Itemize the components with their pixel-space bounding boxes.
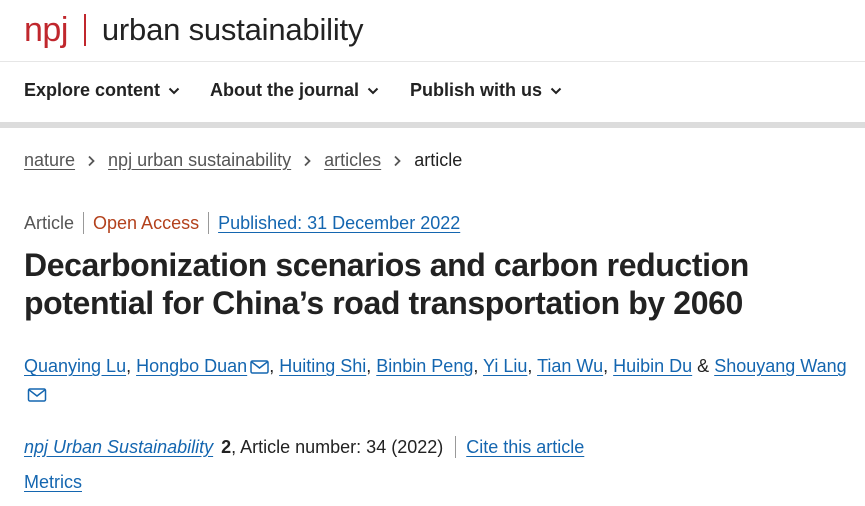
author-separator: ,: [603, 356, 614, 376]
citation-row: npj Urban Sustainability 2 , Article num…: [24, 436, 584, 458]
author-separator: ,: [366, 356, 377, 376]
article-number: , Article number: 34 (2022): [231, 436, 444, 457]
nav-item-label: Explore content: [24, 80, 161, 100]
nav-publish-with-us[interactable]: Publish with us: [410, 80, 562, 101]
mail-icon[interactable]: [250, 360, 269, 374]
chevron-down-icon: [168, 87, 180, 94]
chevron-right-icon: [394, 155, 401, 166]
author-separator: ,: [269, 356, 280, 376]
main-nav: Explore content About the journal Publis…: [0, 62, 865, 122]
article-meta: Article Open Access Published: 31 Decemb…: [24, 212, 460, 234]
author-separator: ,: [473, 356, 484, 376]
logo-divider: [83, 14, 86, 46]
nav-explore-content[interactable]: Explore content: [24, 80, 180, 101]
logo-brand: npj: [24, 11, 68, 49]
article-type: Article: [24, 212, 75, 233]
author-separator: ,: [527, 356, 538, 376]
author-link[interactable]: Huiting Shi: [279, 356, 366, 376]
article-title-line-1: Decarbonization scenarios and carbon red…: [24, 247, 749, 283]
journal-link[interactable]: npj Urban Sustainability: [24, 437, 213, 458]
breadcrumb-articles[interactable]: articles: [324, 150, 381, 171]
nav-divider-bar: [0, 122, 865, 128]
mail-icon[interactable]: [27, 388, 47, 402]
breadcrumb-journal[interactable]: npj urban sustainability: [108, 150, 291, 171]
site-header: npj urban sustainability: [0, 0, 865, 62]
meta-divider: [208, 212, 210, 234]
article-title: Decarbonization scenarios and carbon red…: [24, 246, 844, 322]
author-link[interactable]: Quanying Lu: [24, 356, 126, 376]
author-link[interactable]: Shouyang Wang: [714, 356, 846, 376]
author-link[interactable]: Binbin Peng: [376, 356, 473, 376]
volume-number: 2: [221, 436, 232, 457]
nav-item-label: About the journal: [210, 80, 359, 100]
article-title-line-2: potential for China’s road transportatio…: [24, 285, 743, 321]
logo-journal-name: urban sustainability: [101, 12, 364, 47]
published-date-link[interactable]: Published: 31 December 2022: [218, 213, 460, 234]
metrics-link[interactable]: Metrics: [24, 472, 82, 493]
author-separator: ,: [126, 356, 137, 376]
breadcrumb-current: article: [414, 150, 463, 170]
chevron-right-icon: [304, 155, 311, 166]
cite-this-article-link[interactable]: Cite this article: [466, 437, 584, 458]
author-link[interactable]: Hongbo Duan: [136, 356, 247, 376]
chevron-down-icon: [550, 87, 562, 94]
journal-logo[interactable]: npj urban sustainability: [24, 10, 363, 50]
breadcrumb: nature npj urban sustainability articles…: [24, 150, 462, 171]
author-link[interactable]: Yi Liu: [483, 356, 527, 376]
nav-item-label: Publish with us: [410, 80, 543, 100]
author-list: Quanying Lu, Hongbo Duan, Huiting Shi, B…: [24, 350, 864, 382]
author-separator: &: [692, 356, 715, 376]
author-link[interactable]: Tian Wu: [537, 356, 603, 376]
citation-divider: [455, 436, 457, 458]
breadcrumb-nature[interactable]: nature: [24, 150, 75, 171]
author-link[interactable]: Huibin Du: [613, 356, 692, 376]
meta-divider: [83, 212, 85, 234]
open-access-label: Open Access: [93, 212, 200, 233]
nav-about-journal[interactable]: About the journal: [210, 80, 379, 101]
chevron-right-icon: [88, 155, 95, 166]
chevron-down-icon: [367, 87, 379, 94]
